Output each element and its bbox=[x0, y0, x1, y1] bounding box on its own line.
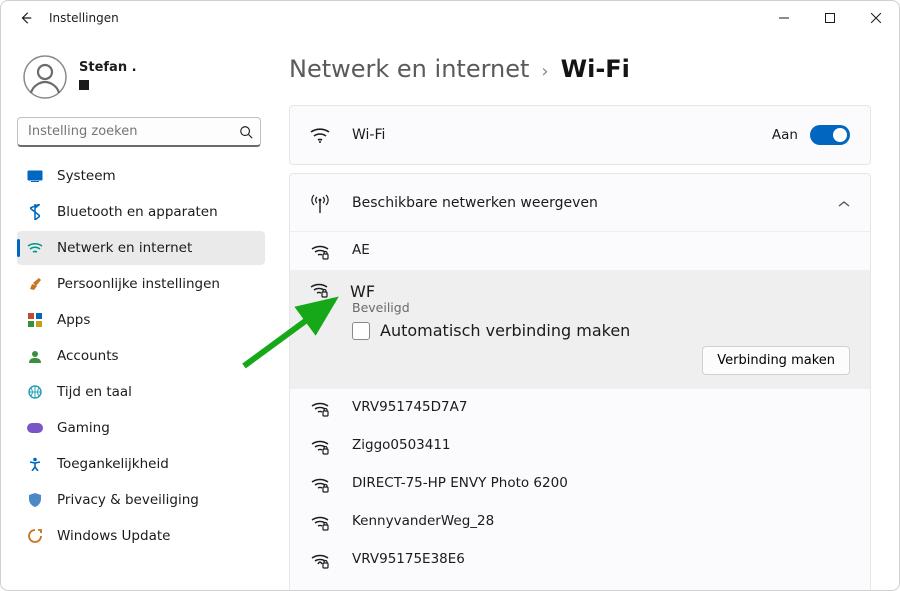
network-name: VRV95175E38E6 bbox=[352, 551, 465, 567]
network-name: Ziggo0503411 bbox=[352, 437, 451, 453]
sidebar-item-apps[interactable]: Apps bbox=[17, 303, 265, 337]
window-title: Instellingen bbox=[49, 11, 119, 25]
arrow-left-icon bbox=[19, 11, 33, 25]
titlebar: Instellingen bbox=[1, 1, 899, 35]
accessibility-icon bbox=[27, 456, 43, 472]
wifi-secured-icon bbox=[310, 439, 330, 455]
back-button[interactable] bbox=[7, 1, 45, 35]
sidebar-item-label: Persoonlijke instellingen bbox=[57, 276, 220, 292]
wifi-toggle-card[interactable]: Wi-Fi Aan bbox=[289, 105, 871, 165]
network-item[interactable]: Ziggo0503411 bbox=[290, 427, 870, 465]
wifi-secured-icon bbox=[310, 515, 330, 531]
wifi-secured-icon bbox=[310, 401, 330, 417]
wifi-secured-icon bbox=[310, 282, 328, 302]
network-item[interactable]: VRV951745D7A7 bbox=[290, 389, 870, 427]
avatar bbox=[23, 55, 67, 99]
antenna-icon bbox=[310, 193, 330, 213]
network-item[interactable]: KennyvanderWeg_28 bbox=[290, 503, 870, 541]
page-title: Wi-Fi bbox=[561, 55, 630, 83]
available-networks-row[interactable]: Beschikbare netwerken weergeven bbox=[290, 174, 870, 232]
auto-connect-checkbox[interactable] bbox=[352, 322, 370, 340]
search-box bbox=[17, 117, 261, 147]
profile-block[interactable]: Stefan . bbox=[17, 43, 265, 113]
accounts-icon bbox=[27, 348, 43, 364]
sidebar-item-label: Systeem bbox=[57, 168, 116, 184]
globe-icon bbox=[27, 384, 43, 400]
person-icon bbox=[23, 55, 67, 99]
sidebar-item-label: Netwerk en internet bbox=[57, 240, 192, 256]
nav: Systeem Bluetooth en apparaten Netwerk e… bbox=[17, 159, 265, 553]
network-name: DIRECT-75-HP ENVY Photo 6200 bbox=[352, 475, 568, 491]
network-name: KennyvanderWeg_28 bbox=[352, 513, 494, 529]
sidebar-item-label: Toegankelijkheid bbox=[57, 456, 169, 472]
gaming-icon bbox=[27, 420, 43, 436]
sidebar-item-personalisation[interactable]: Persoonlijke instellingen bbox=[17, 267, 265, 301]
sidebar: Stefan . Systeem Bluetooth en apparaten bbox=[1, 35, 273, 590]
wifi-icon bbox=[310, 127, 330, 143]
available-networks-card: Beschikbare netwerken weergeven AE bbox=[289, 173, 871, 590]
update-icon bbox=[27, 528, 43, 544]
sidebar-item-bluetooth[interactable]: Bluetooth en apparaten bbox=[17, 195, 265, 229]
chevron-up-icon bbox=[838, 193, 850, 212]
wifi-state-text: Aan bbox=[772, 127, 798, 143]
chevron-right-icon: › bbox=[541, 61, 548, 82]
minimize-icon bbox=[779, 13, 789, 23]
caption-buttons bbox=[761, 1, 899, 35]
system-icon bbox=[27, 168, 43, 184]
minimize-button[interactable] bbox=[761, 1, 807, 35]
sidebar-item-accessibility[interactable]: Toegankelijkheid bbox=[17, 447, 265, 481]
sidebar-item-accounts[interactable]: Accounts bbox=[17, 339, 265, 373]
sidebar-item-label: Gaming bbox=[57, 420, 110, 436]
network-icon bbox=[27, 240, 43, 256]
network-security-label: Beveiligd bbox=[352, 300, 850, 315]
close-icon bbox=[871, 13, 881, 23]
sidebar-item-system[interactable]: Systeem bbox=[17, 159, 265, 193]
breadcrumb-parent[interactable]: Netwerk en internet bbox=[289, 55, 529, 83]
network-item[interactable]: AE bbox=[290, 232, 870, 270]
sidebar-item-label: Privacy & beveiliging bbox=[57, 492, 199, 508]
breadcrumb: Netwerk en internet › Wi-Fi bbox=[289, 55, 871, 83]
auto-connect-label: Automatisch verbinding maken bbox=[380, 321, 630, 340]
network-item-selected[interactable]: WF Beveiligd Automatisch verbinding make… bbox=[290, 270, 870, 389]
sidebar-item-label: Windows Update bbox=[57, 528, 170, 544]
wifi-secured-icon bbox=[310, 477, 330, 493]
maximize-icon bbox=[825, 13, 835, 23]
apps-icon bbox=[27, 312, 43, 328]
network-item[interactable]: Ziggo bbox=[290, 579, 870, 590]
network-name: AE bbox=[352, 242, 370, 258]
wifi-secured-icon bbox=[310, 553, 330, 569]
shield-icon bbox=[27, 492, 43, 508]
maximize-button[interactable] bbox=[807, 1, 853, 35]
wifi-label: Wi-Fi bbox=[352, 127, 385, 143]
settings-window: Instellingen Stefan . bbox=[0, 0, 900, 591]
network-item[interactable]: DIRECT-75-HP ENVY Photo 6200 bbox=[290, 465, 870, 503]
sidebar-item-network[interactable]: Netwerk en internet bbox=[17, 231, 265, 265]
sidebar-item-label: Accounts bbox=[57, 348, 119, 364]
main-content: Netwerk en internet › Wi-Fi Wi-Fi Aan bbox=[273, 35, 899, 590]
paintbrush-icon bbox=[27, 276, 43, 292]
bluetooth-icon bbox=[27, 204, 43, 220]
network-name: Ziggo bbox=[352, 589, 390, 590]
close-button[interactable] bbox=[853, 1, 899, 35]
wifi-secured-icon bbox=[310, 244, 330, 260]
profile-status-dot bbox=[79, 80, 89, 90]
available-networks-label: Beschikbare netwerken weergeven bbox=[352, 195, 598, 211]
network-name: VRV951745D7A7 bbox=[352, 399, 467, 415]
network-item[interactable]: VRV95175E38E6 bbox=[290, 541, 870, 579]
sidebar-item-windows-update[interactable]: Windows Update bbox=[17, 519, 265, 553]
search-icon bbox=[239, 124, 253, 143]
wifi-toggle[interactable] bbox=[810, 125, 850, 145]
search-input[interactable] bbox=[17, 117, 261, 147]
sidebar-item-label: Bluetooth en apparaten bbox=[57, 204, 218, 220]
connect-button[interactable]: Verbinding maken bbox=[702, 346, 850, 375]
sidebar-item-privacy[interactable]: Privacy & beveiliging bbox=[17, 483, 265, 517]
sidebar-item-label: Apps bbox=[57, 312, 90, 328]
sidebar-item-gaming[interactable]: Gaming bbox=[17, 411, 265, 445]
network-name: WF bbox=[350, 282, 375, 301]
sidebar-item-label: Tijd en taal bbox=[57, 384, 132, 400]
sidebar-item-time-language[interactable]: Tijd en taal bbox=[17, 375, 265, 409]
profile-name: Stefan . bbox=[79, 60, 137, 75]
